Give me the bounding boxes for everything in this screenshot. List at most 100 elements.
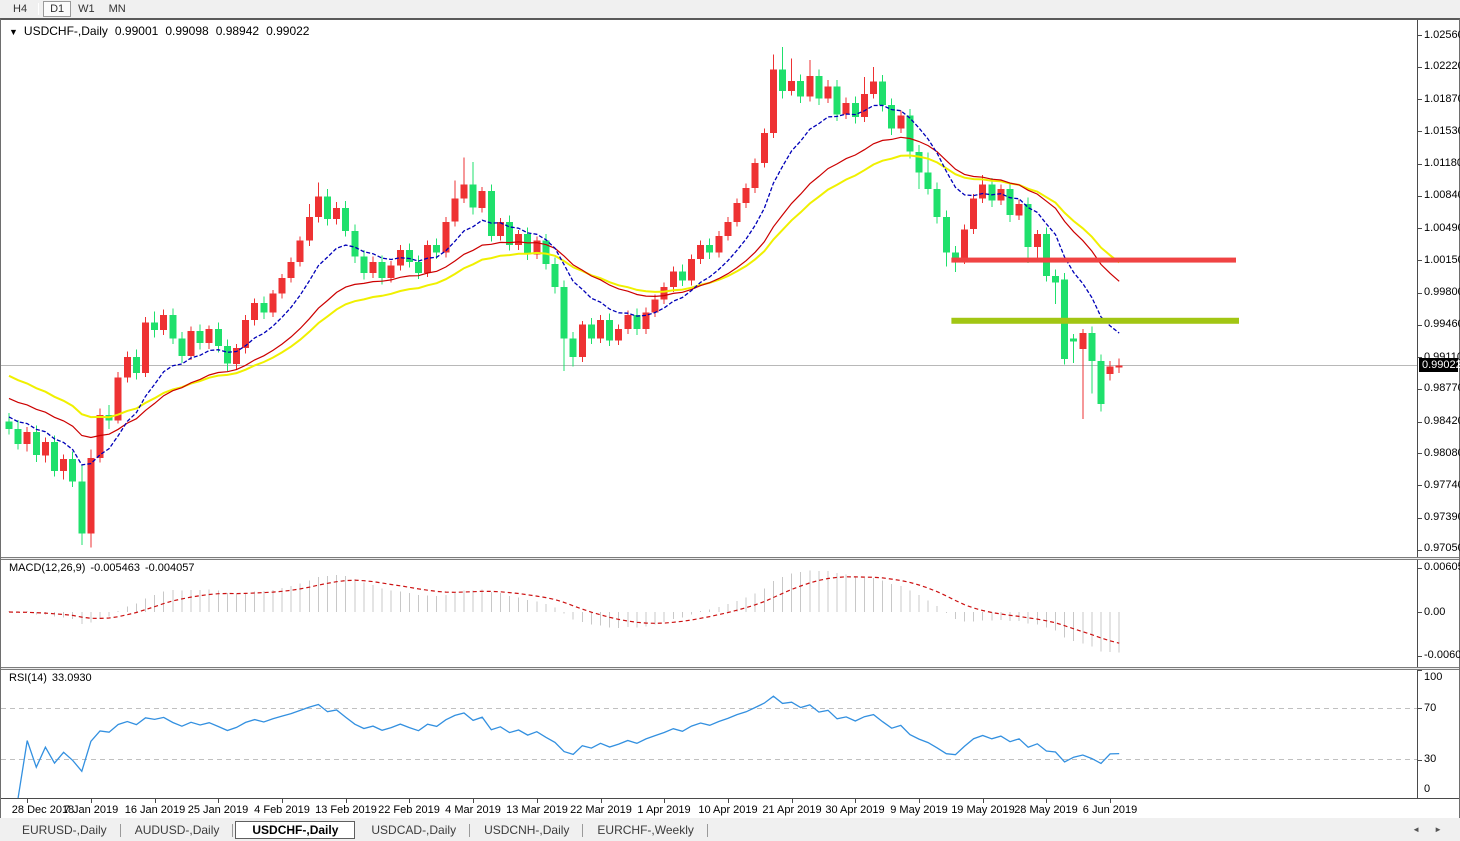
timeframe-button-w1[interactable]: W1 <box>71 1 102 17</box>
date-tick <box>728 799 729 803</box>
axis-tick-label: 0.98770 <box>1424 382 1460 394</box>
rsi-value: 33.0930 <box>52 672 92 684</box>
date-axis[interactable]: 28 Dec 20187 Jan 201916 Jan 201925 Jan 2… <box>1 798 1459 818</box>
macd-scale[interactable]: 0.0060540.00-0.006011 <box>1417 560 1459 667</box>
date-tick <box>664 799 665 803</box>
date-tick <box>919 799 920 803</box>
axis-tick-label: 1.02220 <box>1424 60 1460 72</box>
axis-tick-label: 0.99460 <box>1424 318 1460 330</box>
tab-usdcad-daily[interactable]: USDCAD-,Daily <box>357 821 470 839</box>
axis-tick-label: 1.00840 <box>1424 189 1460 201</box>
toolbar-separator <box>38 3 39 15</box>
chart-symbol: USDCHF-,Daily <box>24 24 108 38</box>
date-tick <box>346 799 347 803</box>
date-tick <box>218 799 219 803</box>
tab-scroll-right-icon[interactable]: ► <box>1434 825 1442 834</box>
macd-label: MACD(12,26,9)-0.005463-0.004057 <box>9 562 195 574</box>
axis-tick <box>1418 67 1422 68</box>
axis-tick-label: 70 <box>1424 702 1436 714</box>
date-tick <box>473 799 474 803</box>
macd-chart-canvas[interactable]: MACD(12,26,9)-0.005463-0.004057 <box>1 560 1417 667</box>
chart-title: ▼ USDCHF-,Daily 0.99001 0.99098 0.98942 0.990… <box>9 24 309 38</box>
trading-terminal: H4 D1 W1 MN ▼ USDCHF-,Daily 0.99001 0.99098… <box>0 0 1460 841</box>
axis-tick <box>1418 518 1422 519</box>
macd-panel: MACD(12,26,9)-0.005463-0.004057 0.006054… <box>1 560 1459 667</box>
axis-tick <box>1418 670 1422 671</box>
axis-tick-label: 0.98420 <box>1424 415 1460 427</box>
ohlc-high: 0.99098 <box>165 24 208 38</box>
axis-tick-label: 0.97390 <box>1424 511 1460 523</box>
axis-tick <box>1418 164 1422 165</box>
chart-tab-bar: EURUSD-,Daily AUDUSD-,Daily USDCHF-,Dail… <box>0 818 1460 841</box>
axis-tick <box>1418 656 1422 657</box>
date-tick <box>91 799 92 803</box>
axis-tick-label: 100 <box>1424 671 1442 683</box>
timeframe-toolbar: H4 D1 W1 MN <box>0 0 1460 18</box>
axis-tick <box>1418 568 1422 569</box>
timeframe-button-d1[interactable]: D1 <box>43 1 71 17</box>
chart-window: ▼ USDCHF-,Daily 0.99001 0.99098 0.98942 0.990… <box>0 18 1460 818</box>
rsi-label: RSI(14)33.0930 <box>9 672 92 684</box>
axis-tick-label: 1.00150 <box>1424 254 1460 266</box>
rsi-panel: RSI(14)33.0930 100 70 30 0 <box>1 670 1459 798</box>
ohlc-low: 0.98942 <box>216 24 259 38</box>
date-tick <box>855 799 856 803</box>
axis-tick-label: 1.01870 <box>1424 93 1460 105</box>
price-panel: ▼ USDCHF-,Daily 0.99001 0.99098 0.98942 0.990… <box>1 20 1459 557</box>
axis-tick-label: 0 <box>1424 783 1430 795</box>
axis-tick <box>1418 293 1422 294</box>
date-label: 6 Jun 2019 <box>1070 804 1150 816</box>
date-tick <box>282 799 283 803</box>
date-tick <box>155 799 156 803</box>
date-tick <box>983 799 984 803</box>
axis-tick <box>1418 453 1422 454</box>
axis-tick <box>1418 550 1422 551</box>
tab-audusd-daily[interactable]: AUDUSD-,Daily <box>121 821 234 839</box>
rsi-scale[interactable]: 100 70 30 0 <box>1417 670 1459 798</box>
price-chart-canvas[interactable]: ▼ USDCHF-,Daily 0.99001 0.99098 0.98942 0.990… <box>1 20 1417 557</box>
axis-tick <box>1418 612 1422 613</box>
axis-tick-label: 1.00490 <box>1424 222 1460 234</box>
axis-tick <box>1418 196 1422 197</box>
axis-tick-label: 0.00 <box>1424 606 1445 618</box>
date-tick <box>537 799 538 803</box>
axis-tick <box>1418 260 1422 261</box>
tab-eurchf-weekly[interactable]: EURCHF-,Weekly <box>583 821 707 839</box>
axis-tick-label: 30 <box>1424 753 1436 765</box>
timeframe-button-mn[interactable]: MN <box>102 1 133 17</box>
date-tick <box>27 799 28 803</box>
ohlc-close: 0.99022 <box>266 24 309 38</box>
axis-tick <box>1418 325 1422 326</box>
axis-tick <box>1418 131 1422 132</box>
axis-tick <box>1418 708 1422 709</box>
axis-tick-label: 1.01180 <box>1424 157 1460 169</box>
date-tick <box>601 799 602 803</box>
axis-tick-label: 0.98080 <box>1424 447 1460 459</box>
price-scale[interactable]: 0.99022 1.02560 1.02220 1.01870 1.01530 1.01… <box>1417 20 1459 557</box>
axis-tick <box>1418 389 1422 390</box>
date-tick <box>1046 799 1047 803</box>
tab-scroll-left-icon[interactable]: ◄ <box>1412 825 1420 834</box>
ohlc-open: 0.99001 <box>115 24 158 38</box>
axis-tick-label: 1.02560 <box>1424 29 1460 41</box>
axis-tick <box>1418 422 1422 423</box>
tab-usdcnh-daily[interactable]: USDCNH-,Daily <box>470 821 583 839</box>
current-price-tag: 0.99022 <box>1419 358 1458 372</box>
axis-tick-label: 0.97050 <box>1424 542 1460 554</box>
tab-scroll-arrows: ◄ ► <box>1412 818 1442 841</box>
date-tick <box>792 799 793 803</box>
rsi-chart-canvas[interactable]: RSI(14)33.0930 <box>1 670 1417 798</box>
axis-tick-label: 1.01530 <box>1424 125 1460 137</box>
tab-usdchf-daily[interactable]: USDCHF-,Daily <box>235 821 355 839</box>
macd-signal-value: -0.004057 <box>145 562 195 574</box>
axis-tick <box>1418 228 1422 229</box>
date-tick <box>409 799 410 803</box>
date-tick <box>1110 799 1111 803</box>
axis-tick-label: -0.006011 <box>1424 649 1460 661</box>
timeframe-button-h4[interactable]: H4 <box>6 1 34 17</box>
tab-eurusd-daily[interactable]: EURUSD-,Daily <box>8 821 121 839</box>
axis-tick <box>1418 485 1422 486</box>
axis-tick <box>1418 35 1422 36</box>
axis-tick-label: 0.99800 <box>1424 286 1460 298</box>
symbol-dropdown-icon[interactable]: ▼ <box>9 27 18 37</box>
